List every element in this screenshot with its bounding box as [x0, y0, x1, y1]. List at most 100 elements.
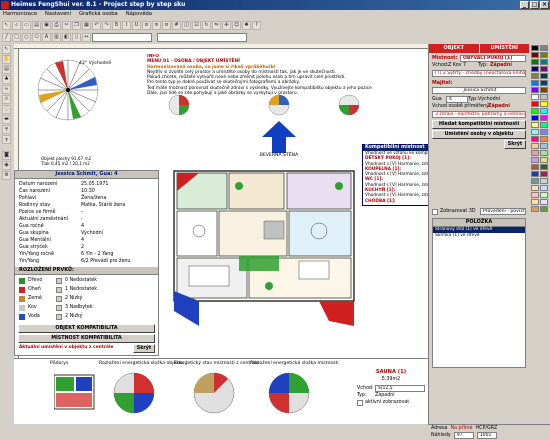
mirror-item-icon[interactable]: ◌ [2, 105, 11, 114]
color-swatch[interactable] [531, 94, 539, 100]
print-icon[interactable]: ⎙ [52, 20, 61, 30]
ellipse-tool-icon[interactable]: ○ [22, 32, 31, 42]
color-swatch[interactable] [540, 199, 548, 205]
color-swatch[interactable] [531, 115, 539, 121]
rect-tool-icon[interactable]: □ [12, 32, 21, 42]
menu-item-harmonizace[interactable]: Harmonizace [3, 10, 37, 19]
color-swatch[interactable] [540, 157, 548, 163]
object-compatibility-button[interactable]: OBJEKT KOMPATIBILITA [18, 324, 155, 333]
color-swatch[interactable] [531, 185, 539, 191]
italic-icon[interactable]: I [122, 20, 131, 30]
color-swatch[interactable] [540, 80, 548, 86]
place-person-button[interactable]: Umístění osoby v objektu [432, 130, 526, 139]
minimize-button[interactable]: _ [520, 1, 529, 9]
color-swatch[interactable] [531, 108, 539, 114]
color-swatch[interactable] [531, 150, 539, 156]
color-swatch[interactable] [540, 73, 548, 79]
tab-umisteni[interactable]: UMÍSTĚNÍ [478, 44, 529, 53]
color-swatch[interactable] [531, 157, 539, 163]
color-swatch[interactable] [531, 52, 539, 58]
color-swatch[interactable] [531, 66, 539, 72]
color-swatch[interactable] [531, 87, 539, 93]
color-swatch[interactable] [531, 45, 539, 51]
bagua-icon[interactable]: ✺ [242, 20, 251, 30]
element-checkbox[interactable] [56, 286, 62, 293]
color-swatch[interactable] [540, 206, 548, 212]
color-swatch[interactable] [531, 206, 539, 212]
paste-icon[interactable]: ▦ [82, 20, 91, 30]
color-swatch[interactable] [531, 171, 539, 177]
close-button[interactable]: × [540, 1, 549, 9]
bed-icon[interactable]: ▬ [2, 115, 11, 124]
color-swatch[interactable] [531, 59, 539, 65]
color-swatch[interactable] [531, 101, 539, 107]
owner-field[interactable]: Jessica Schmit [432, 87, 526, 94]
color-swatch[interactable] [531, 73, 539, 79]
element-checkbox[interactable] [56, 295, 62, 302]
eye-icon[interactable]: ◉ [2, 161, 11, 170]
color-swatch[interactable] [540, 143, 548, 149]
bold-icon[interactable]: B [112, 20, 121, 30]
wall-tool-icon[interactable]: ▥ [52, 32, 61, 42]
room-field[interactable]: OBÝVACÍ POKOJ [1] [460, 55, 526, 62]
water-icon[interactable]: ≈ [2, 85, 11, 94]
zoom-tool-icon[interactable]: ⌕ [12, 20, 21, 30]
menu-item-napoveda[interactable]: Nápověda [126, 10, 152, 19]
copy-icon[interactable]: ❐ [72, 20, 81, 30]
search-compatible-button[interactable]: Hledat kompatibilní místnosti [432, 120, 526, 129]
color-swatch[interactable] [540, 94, 548, 100]
status-field[interactable]: 1001 [476, 432, 497, 439]
plant-icon[interactable]: ♣ [2, 75, 11, 84]
color-swatch[interactable] [540, 52, 548, 58]
measure-tool-icon[interactable]: ↔ [82, 32, 91, 42]
table-icon[interactable]: ╤ [2, 125, 11, 134]
underline-icon[interactable]: U [132, 20, 141, 30]
color-swatch[interactable] [540, 185, 548, 191]
gua-field[interactable]: 4 [446, 96, 468, 103]
rotate-icon[interactable]: ↻ [202, 20, 211, 30]
element-checkbox[interactable] [56, 313, 62, 320]
color-swatch[interactable] [531, 136, 539, 142]
color-swatch[interactable] [531, 199, 539, 205]
color-swatch[interactable] [540, 45, 548, 51]
color-swatch[interactable] [531, 122, 539, 128]
compass-icon[interactable]: ✣ [222, 20, 231, 30]
light-icon[interactable]: ☼ [2, 95, 11, 104]
color-swatch[interactable] [540, 115, 548, 121]
color-swatch[interactable] [540, 122, 548, 128]
color-swatch[interactable] [531, 129, 539, 135]
lock-icon[interactable]: ⊡ [192, 20, 201, 30]
layer-select[interactable] [157, 32, 247, 42]
pointer-tool-icon[interactable]: ↖ [2, 20, 11, 30]
undo-icon[interactable]: ↶ [92, 20, 101, 30]
line-tool-icon[interactable]: ╱ [2, 32, 11, 42]
text-tool-icon[interactable]: A [42, 32, 51, 42]
redo-icon[interactable]: ↷ [102, 20, 111, 30]
color-swatch[interactable] [531, 164, 539, 170]
help-icon[interactable]: ? [252, 20, 261, 30]
color-swatch[interactable] [540, 171, 548, 177]
color-swatch[interactable] [540, 101, 548, 107]
window-tool-icon[interactable]: ▯ [72, 32, 81, 42]
tab-objekt[interactable]: OBJEKT [429, 44, 479, 53]
align-center-icon[interactable]: ≡ [152, 20, 161, 30]
color-swatch[interactable] [540, 59, 548, 65]
polozka-item[interactable]: Skříňka (1) ve dřevě [433, 233, 525, 239]
door-tool-icon[interactable]: ◧ [62, 32, 71, 42]
arrow-tool-icon[interactable]: ↖ [2, 45, 11, 54]
color-swatch[interactable] [540, 192, 548, 198]
hand-tool-icon[interactable]: ✋ [2, 55, 11, 64]
settings-icon[interactable]: ⚙ [2, 171, 11, 180]
new-file-icon[interactable]: ▭ [22, 20, 31, 30]
maximize-button[interactable]: □ [530, 1, 539, 9]
mirror-icon[interactable]: ⇋ [212, 20, 221, 30]
align-right-icon[interactable]: ≡ [162, 20, 171, 30]
zoom-select[interactable] [92, 32, 152, 42]
save-icon[interactable]: ▣ [42, 20, 51, 30]
cut-icon[interactable]: ✂ [62, 20, 71, 30]
right-close-button[interactable]: Skrýt [504, 140, 526, 149]
grid-icon[interactable]: # [172, 20, 181, 30]
status-field[interactable]: 97 [453, 432, 474, 439]
surface-select[interactable]: Provedení - povrch [480, 208, 526, 215]
chair-icon[interactable]: ╥ [2, 135, 11, 144]
